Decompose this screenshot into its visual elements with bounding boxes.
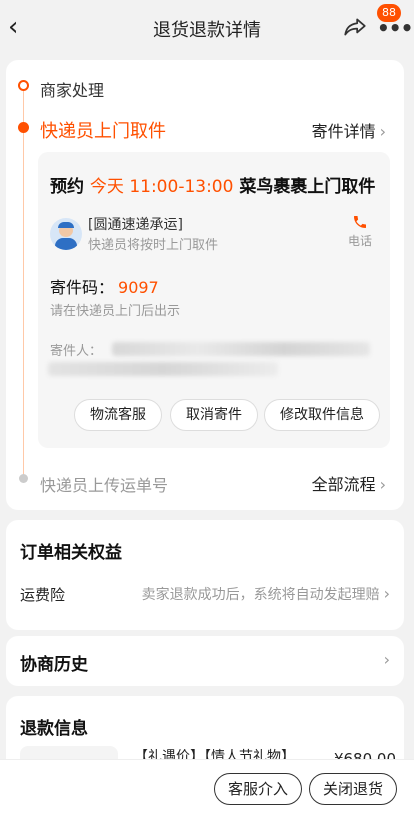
step-upload-tracking: 快递员上传运单号 [40, 476, 169, 495]
shipping-detail-label: 寄件详情 [311, 122, 376, 141]
appointment-time: 今天 11:00-13:00 [89, 177, 234, 197]
logistics-service-button[interactable]: 物流客服 [74, 399, 162, 431]
shipping-insurance-label: 运费险 [20, 586, 66, 604]
redacted-sender-address [48, 362, 278, 376]
phone-label: 电话 [347, 234, 372, 248]
close-return-button[interactable]: 关闭退货 [309, 773, 397, 805]
timeline-dot [18, 80, 29, 91]
pickup-code-label: 寄件码： [50, 278, 115, 297]
call-courier-button[interactable]: 电话 [346, 214, 374, 249]
shipping-insurance-row[interactable]: 卖家退款成功后，系统将自动发起理赔 › [142, 584, 390, 604]
pickup-code-value: 9097 [118, 278, 159, 297]
chevron-right-icon: › [383, 650, 390, 669]
order-rights-card: 订单相关权益 运费险 卖家退款成功后，系统将自动发起理赔 › [6, 520, 404, 630]
step-courier-pickup: 快递员上门取件 [40, 121, 166, 142]
shipping-detail-link[interactable]: 寄件详情 › [312, 118, 386, 142]
edit-pickup-info-button[interactable]: 修改取件信息 [264, 399, 380, 431]
courier-name: [圆通速递承运] [88, 217, 183, 233]
pickup-info-panel: 预约 今天 11:00-13:00 菜鸟裹裹上门取件 [圆通速递承运] 快递员将… [38, 152, 390, 448]
refund-title: 退款信息 [20, 719, 88, 739]
pickup-code: 寄件码： 9097 [50, 274, 159, 298]
chevron-right-icon: › [383, 584, 390, 603]
timeline-dot-active [18, 122, 29, 133]
all-flow-link[interactable]: 全部流程 › [312, 471, 386, 495]
return-progress-card: 商家处理 快递员上门取件 寄件详情 › 预约 今天 11:00-13:00 菜鸟裹… [6, 60, 404, 510]
header: ‹ 退货退款详情 ••• 88 [0, 0, 414, 56]
rights-title: 订单相关权益 [20, 543, 122, 563]
redacted-sender-info [112, 342, 370, 356]
appointment-prefix: 预约 [50, 177, 84, 197]
pickup-code-tip: 请在快递员上门后出示 [50, 304, 181, 319]
step-merchant-processing: 商家处理 [40, 81, 105, 100]
courier-avatar [50, 218, 82, 250]
timeline-line [23, 88, 24, 480]
negotiation-history-card[interactable]: 协商历史 › [6, 636, 404, 686]
shipping-insurance-value: 卖家退款成功后，系统将自动发起理赔 [141, 587, 380, 603]
chevron-right-icon: › [379, 122, 386, 141]
chevron-right-icon: › [379, 475, 386, 494]
appointment-service: 菜鸟裹裹上门取件 [239, 177, 376, 197]
share-icon[interactable] [342, 14, 368, 40]
sender-label: 寄件人： [50, 344, 103, 359]
all-flow-label: 全部流程 [311, 475, 376, 494]
timeline-dot-pending [19, 474, 28, 483]
history-title: 协商历史 [20, 655, 88, 675]
phone-icon [354, 216, 366, 228]
cancel-shipment-button[interactable]: 取消寄件 [170, 399, 258, 431]
appointment-line: 预约 今天 11:00-13:00 菜鸟裹裹上门取件 [50, 172, 375, 197]
courier-tip: 快递员将按时上门取件 [88, 238, 219, 253]
customer-service-button[interactable]: 客服介入 [214, 773, 302, 805]
bottom-action-bar: 客服介入 关闭退货 [0, 760, 414, 813]
notification-badge: 88 [377, 4, 401, 22]
